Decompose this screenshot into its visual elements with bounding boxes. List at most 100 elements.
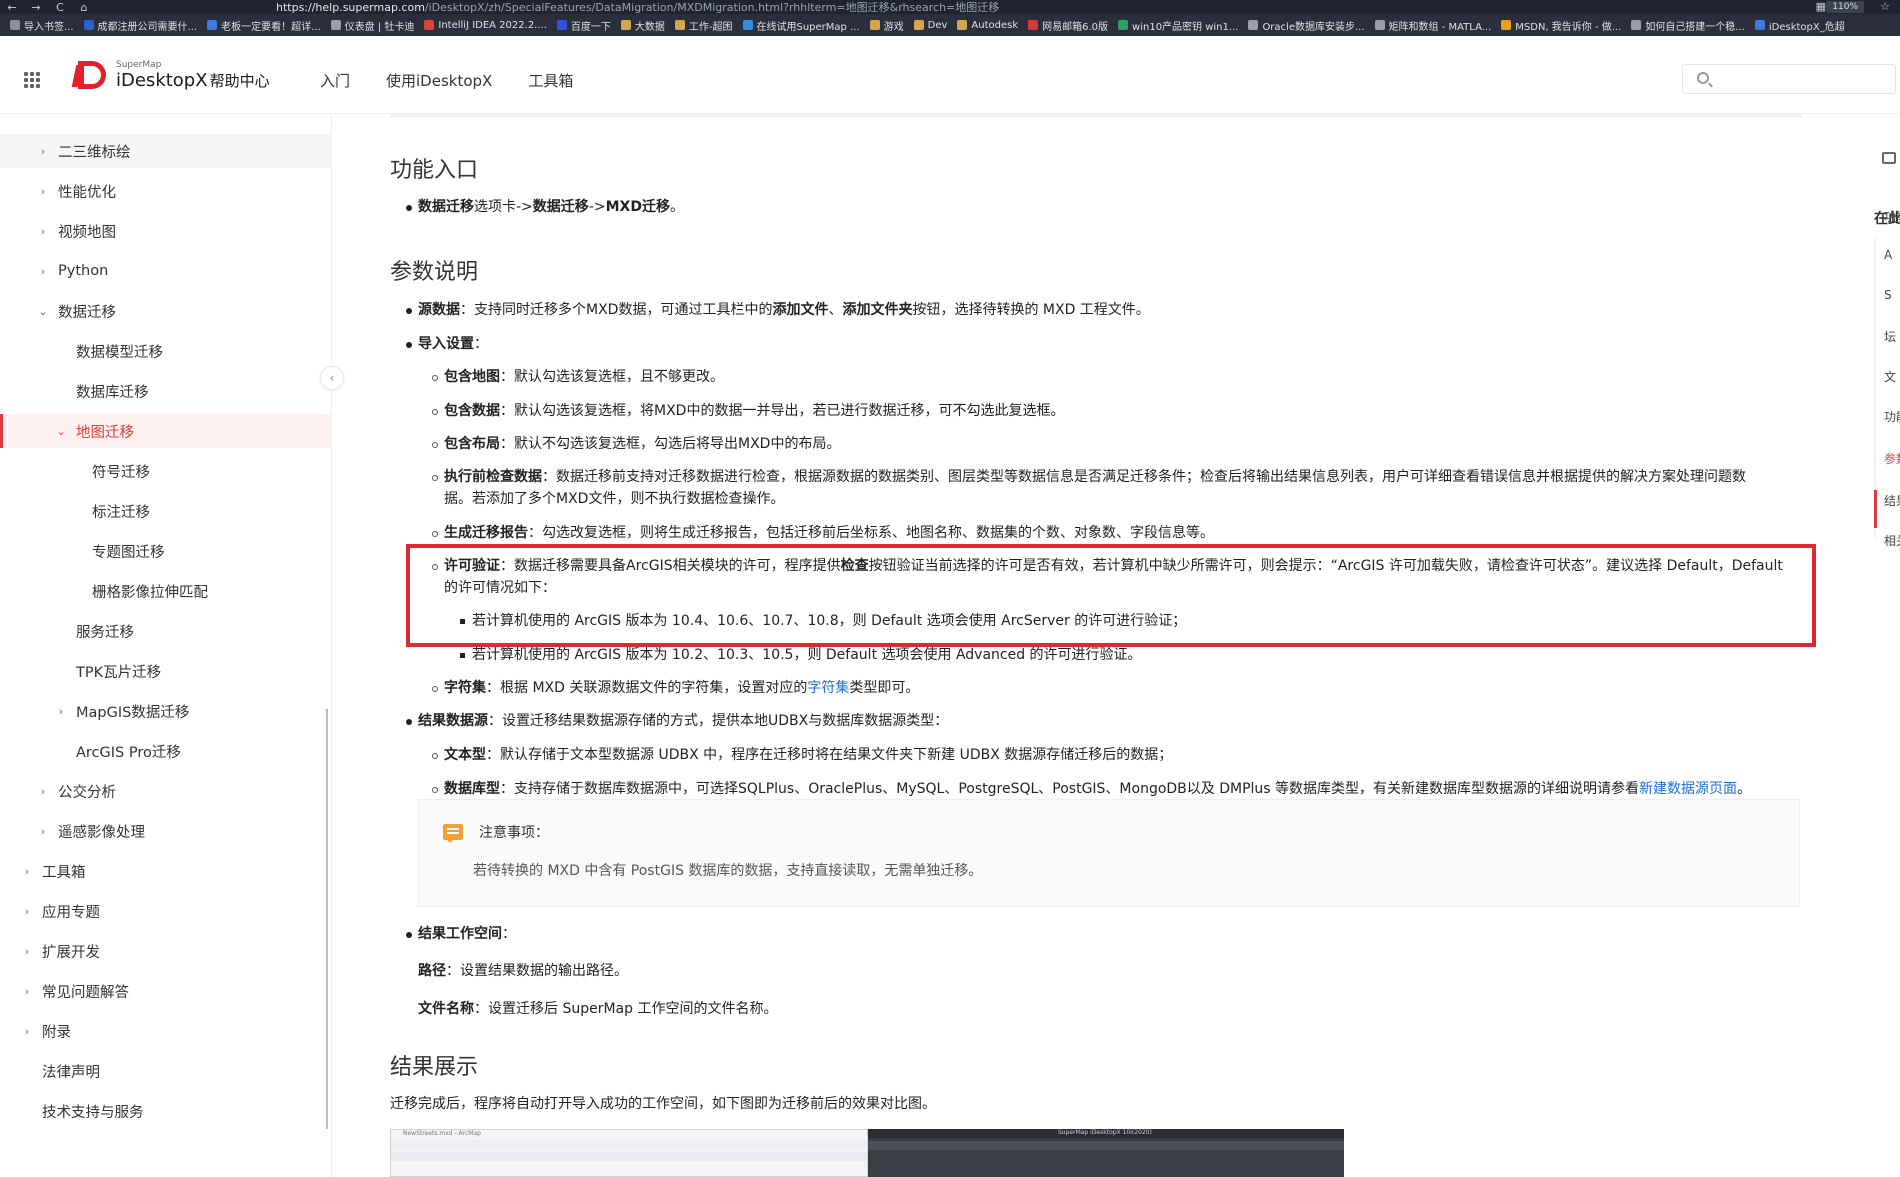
zoom-badge[interactable]: 110% <box>1826 1 1864 13</box>
address-bar[interactable]: https://help.supermap.com/iDesktopX/zh/S… <box>276 0 999 15</box>
sidebar-item[interactable]: › MapGIS数据迁移 <box>0 694 332 728</box>
bookmark-item[interactable]: Oracle数据库安装步... <box>1248 18 1365 33</box>
bookmark-item[interactable]: 网易邮箱6.0版 <box>1028 18 1108 33</box>
sidebar-item[interactable]: ⌄ 数据迁移 <box>0 294 332 328</box>
param-include-layout: 包含布局：默认不勾选该复选框，勾选后将导出MXD中的布局。 <box>444 436 841 452</box>
qr-icon[interactable]: ▦ <box>1816 0 1826 13</box>
sidebar-item[interactable]: › 视频地图 <box>0 214 332 248</box>
toc-item[interactable]: 坛 <box>1884 328 1896 345</box>
sidebar-item-label: ArcGIS Pro迁移 <box>76 744 181 761</box>
search-box[interactable] <box>1682 64 1896 94</box>
sidebar-item-label: 数据库迁移 <box>76 384 149 401</box>
print-icon[interactable] <box>1882 152 1896 164</box>
note-box: 注意事项： 若待转换的 MXD 中含有 PostGIS 数据库的数据，支持直接读… <box>418 799 1800 907</box>
sidebar-item[interactable]: 栅格影像拉伸匹配 <box>0 574 332 608</box>
bookmark-item[interactable]: 矩阵和数组 - MATLA... <box>1374 18 1491 33</box>
back-icon[interactable]: ← <box>0 1 24 14</box>
sidebar-item[interactable]: 专题图迁移 <box>0 534 332 568</box>
bookmark-item[interactable]: 成都注册公司需要什... <box>83 18 197 33</box>
bookmark-item[interactable]: 仪表盘 | 牡卡迪 <box>330 18 414 33</box>
sidebar-item[interactable]: › 常见问题解答 <box>0 974 332 1008</box>
site-logo[interactable]: SuperMap iDesktopX 帮助中心 <box>71 58 270 92</box>
forward-icon[interactable]: → <box>24 1 48 14</box>
sidebar-item[interactable]: 法律声明 <box>0 1054 332 1088</box>
sidebar-item-label: 遥感影像处理 <box>58 824 145 841</box>
logo-main: iDesktopX 帮助中心 <box>116 69 270 91</box>
bookmark-item[interactable]: Dev <box>913 20 947 31</box>
bookmark-item[interactable]: win10产品密钥 win1... <box>1118 18 1238 33</box>
toc-item[interactable]: 功能入口 <box>1884 208 1900 225</box>
sidebar-item[interactable]: TPK瓦片迁移 <box>0 654 332 688</box>
supermap-logo-icon <box>71 58 110 92</box>
param-filename: 文件名称：设置迁移后 SuperMap 工作空间的文件名称。 <box>418 1001 778 1017</box>
nav-getting-started[interactable]: 入门 <box>320 70 350 91</box>
sidebar-item[interactable]: 数据模型迁移 <box>0 334 332 368</box>
bookmark-favicon-icon <box>1754 20 1765 30</box>
bookmark-item[interactable]: Autodesk <box>957 20 1018 31</box>
bookmark-favicon-icon <box>10 20 20 30</box>
sidebar-item[interactable]: 数据库迁移 <box>0 374 332 408</box>
chevron-right-icon: › <box>24 1024 30 1038</box>
sidebar-item[interactable]: › 遥感影像处理 <box>0 814 332 848</box>
sidebar-item[interactable]: › 二三维标绘 <box>0 134 332 168</box>
bookmark-item[interactable]: iDesktopX_危超 <box>1754 18 1845 33</box>
toc-item[interactable]: 参数说明 <box>1884 450 1900 467</box>
toc-item[interactable]: A <box>1884 248 1892 262</box>
sidebar-item[interactable]: › 工具箱 <box>0 854 332 888</box>
bookmark-favicon-icon <box>1248 20 1259 30</box>
sidebar-item-label: 地图迁移 <box>76 424 134 441</box>
bookmark-star-icon[interactable]: ☆ <box>1880 0 1890 13</box>
sidebar-item[interactable]: › 附录 <box>0 1014 332 1048</box>
home-icon[interactable]: ⌂ <box>72 1 96 14</box>
search-input[interactable] <box>1717 69 1887 89</box>
bookmark-item[interactable]: MSDN, 我告诉你 - 做... <box>1501 18 1621 33</box>
sidebar-item[interactable]: › 性能优化 <box>0 174 332 208</box>
sidebar-item-label: 工具箱 <box>42 864 86 881</box>
chevron-down-icon: ⌄ <box>38 304 48 318</box>
reload-icon[interactable]: C <box>48 1 72 14</box>
sidebar-item[interactable]: › 应用专题 <box>0 894 332 928</box>
toc-item[interactable]: 功能 <box>1884 408 1900 425</box>
nav-toolbox[interactable]: 工具箱 <box>528 70 573 91</box>
sidebar-item[interactable]: ⌄ 地图迁移 <box>0 414 332 448</box>
bookmark-item[interactable]: 大数据 <box>620 18 665 33</box>
toc-item[interactable]: S <box>1884 288 1892 302</box>
param-db-type: 数据库型：支持存储于数据库数据源中，可选择SQLPlus、OraclePlus、… <box>444 781 1752 797</box>
bookmark-favicon-icon <box>1631 20 1642 30</box>
sidebar-item[interactable]: ArcGIS Pro迁移 <box>0 734 332 768</box>
bookmark-item[interactable]: 导入书签... <box>10 18 74 33</box>
new-datasource-link[interactable]: 新建数据源页面 <box>1639 781 1737 797</box>
bookmark-item[interactable]: 游戏 <box>869 18 904 33</box>
bookmark-item[interactable]: 在线试用SuperMap ... <box>742 18 860 33</box>
sidebar-item-label: Python <box>58 263 109 279</box>
bookmark-favicon-icon <box>869 20 880 30</box>
param-precheck: 执行前检查数据：数据迁移前支持对迁移数据进行检查，根据源数据的数据类别、图层类型… <box>444 469 1746 507</box>
bookmark-item[interactable]: 百度一下 <box>556 18 611 33</box>
apps-grid-icon[interactable] <box>24 72 40 88</box>
logo-sub: SuperMap <box>116 59 162 70</box>
sidebar-item[interactable]: 符号迁移 <box>0 454 332 488</box>
sidebar-item-label: 公交分析 <box>58 784 116 801</box>
chevron-right-icon: › <box>40 224 46 238</box>
sidebar-item[interactable]: › 扩展开发 <box>0 934 332 968</box>
bookmark-favicon-icon <box>83 20 94 30</box>
toc-item[interactable]: 文 <box>1884 368 1896 385</box>
bookmark-item[interactable]: 如何自己搭建一个稳... <box>1631 18 1745 33</box>
sidebar-item[interactable]: 技术支持与服务 <box>0 1094 332 1128</box>
charset-link[interactable]: 字符集 <box>807 680 849 696</box>
sidebar-item[interactable]: › Python <box>0 254 332 288</box>
toc-item[interactable]: 结果展示 <box>1884 492 1900 509</box>
heading-params: 参数说明 <box>390 260 479 285</box>
param-include-map: 包含地图：默认勾选该复选框，且不够更改。 <box>444 369 724 385</box>
sidebar-item[interactable]: 服务迁移 <box>0 614 332 648</box>
sidebar-item[interactable]: 标注迁移 <box>0 494 332 528</box>
param-path: 路径：设置结果数据的输出路径。 <box>418 963 628 979</box>
bookmarks-bar: 导入书签... 成都注册公司需要什... 老板一定要看！超详... 仪表盘 | 牡卡迪… <box>0 14 1900 36</box>
toc-item[interactable]: 相关主题 <box>1884 532 1900 549</box>
bookmark-item[interactable]: 工作-超困 <box>674 18 733 33</box>
bookmark-item[interactable]: IntelliJ IDEA 2022.2.... <box>424 20 547 31</box>
sidebar-item[interactable]: › 公交分析 <box>0 774 332 808</box>
nav-using-idesktopx[interactable]: 使用iDesktopX <box>386 70 492 91</box>
sidebar-collapse-button[interactable]: ‹ <box>320 366 344 390</box>
bookmark-item[interactable]: 老板一定要看！超详... <box>207 18 321 33</box>
